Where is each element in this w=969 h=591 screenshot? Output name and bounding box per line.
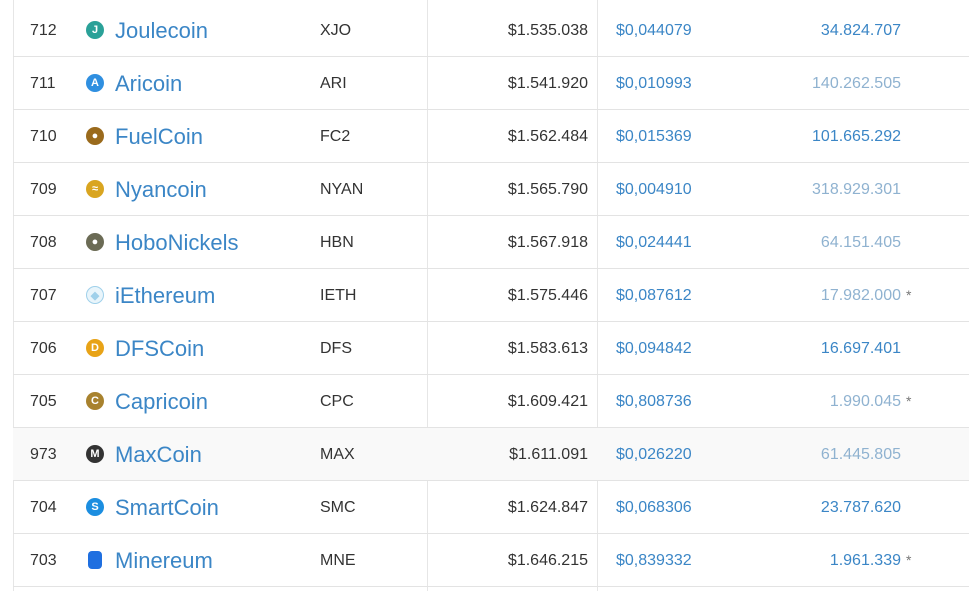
coin-name-link[interactable]: MaxCoin — [115, 428, 202, 481]
rank-cell: 706 — [30, 340, 57, 357]
nyancoin-logo-icon: ≈ — [86, 180, 104, 198]
market-cap-cell: $1.575.446 — [507, 287, 588, 304]
market-cap-cell: $1.611.091 — [509, 446, 588, 463]
coin-name-link[interactable]: DFSCoin — [115, 322, 204, 375]
rank-cell: 710 — [30, 128, 57, 145]
joulecoin-logo-icon: J — [86, 21, 104, 39]
rank-cell: 703 — [30, 552, 57, 569]
symbol-cell: MAX — [320, 446, 355, 463]
coin-name-link[interactable]: Aricoin — [115, 57, 182, 110]
minereum-logo-icon — [88, 551, 102, 569]
price-link[interactable]: $0,024441 — [616, 216, 692, 269]
rank-cell: 704 — [30, 499, 57, 516]
price-link[interactable]: $0,094842 — [616, 322, 692, 375]
symbol-cell: HBN — [320, 234, 354, 251]
rank-cell: 709 — [30, 181, 57, 198]
supply-link[interactable]: 23.787.620 — [821, 481, 901, 534]
table-row[interactable]: 705 C Capricoin CPC $1.609.421 $0,808736 1.990… — [13, 375, 969, 428]
price-link[interactable]: $0,015369 — [616, 110, 692, 163]
not-mineable-marker: * — [906, 552, 912, 568]
maxcoin-logo-icon: M — [86, 445, 104, 463]
market-cap-cell: $1.583.613 — [507, 340, 588, 357]
table-row[interactable]: 711 A Aricoin ARI $1.541.920 $0,010993 140.262… — [13, 57, 969, 110]
supply-link[interactable]: 34.824.707 — [821, 4, 901, 57]
supply-link[interactable]: 140.262.505 — [812, 57, 901, 110]
not-mineable-marker: * — [906, 287, 912, 303]
coin-name-link[interactable]: Capricoin — [115, 375, 208, 428]
market-cap-cell: $1.646.215 — [507, 552, 588, 569]
table-row[interactable]: 710 ● FuelCoin FC2 $1.562.484 $0,015369 101.66… — [13, 110, 969, 163]
table-row[interactable]: 709 ≈ Nyancoin NYAN $1.565.790 $0,004910 318.9… — [13, 163, 969, 216]
symbol-cell: MNE — [320, 552, 356, 569]
fuelcoin-logo-icon: ● — [86, 127, 104, 145]
iethereum-logo-icon: ◆ — [86, 286, 104, 304]
supply-link[interactable]: 16.697.401 — [821, 322, 901, 375]
table-row[interactable]: 704 S SmartCoin SMC $1.624.847 $0,068306 23.78… — [13, 481, 969, 534]
symbol-cell: IETH — [320, 287, 357, 304]
price-link[interactable]: $0,839332 — [616, 534, 692, 587]
coin-name-link[interactable]: SmartCoin — [115, 481, 219, 534]
supply-link[interactable]: 61.445.805 — [821, 428, 901, 481]
coin-name-link[interactable]: HoboNickels — [115, 216, 239, 269]
rank-cell: 711 — [30, 75, 56, 92]
supply-link[interactable]: 318.929.301 — [812, 163, 901, 216]
rank-cell: 712 — [30, 22, 57, 39]
supply-link[interactable]: 64.151.405 — [821, 216, 901, 269]
symbol-cell: FC2 — [320, 128, 351, 145]
supply-link[interactable]: 1.961.339 — [830, 534, 901, 587]
table-row[interactable]: 706 D DFSCoin DFS $1.583.613 $0,094842 16.697.… — [13, 322, 969, 375]
symbol-cell: DFS — [320, 340, 352, 357]
market-cap-cell: $1.609.421 — [507, 393, 588, 410]
supply-link[interactable]: 101.665.292 — [812, 110, 901, 163]
symbol-cell: ARI — [320, 75, 347, 92]
rank-cell: 707 — [30, 287, 57, 304]
table-row[interactable]: 973 M MaxCoin MAX $1.611.091 $0,026220 61.445.… — [13, 428, 969, 481]
table-row[interactable]: 707 ◆ iEthereum IETH $1.575.446 $0,087612 17.9… — [13, 269, 969, 322]
coin-name-link[interactable]: Joulecoin — [115, 4, 208, 57]
supply-link[interactable]: 1.990.045 — [830, 375, 901, 428]
coin-table: 712 J Joulecoin XJO $1.535.038 $0,044079 34.82… — [0, 0, 969, 591]
supply-link[interactable]: 17.982.000 — [821, 269, 901, 322]
market-cap-cell: $1.565.790 — [507, 181, 588, 198]
aricoin-logo-icon: A — [86, 74, 104, 92]
price-link[interactable]: $0,068306 — [616, 481, 692, 534]
price-link[interactable]: $0,808736 — [616, 375, 692, 428]
coin-name-link[interactable]: FuelCoin — [115, 110, 203, 163]
dfscoin-logo-icon: D — [86, 339, 104, 357]
coin-name-link[interactable]: Minereum — [115, 534, 213, 587]
market-cap-cell: $1.562.484 — [507, 128, 588, 145]
market-cap-cell: $1.624.847 — [507, 499, 588, 516]
symbol-cell: CPC — [320, 393, 354, 410]
rank-cell: 705 — [30, 393, 57, 410]
market-cap-cell: $1.535.038 — [507, 22, 588, 39]
market-cap-cell: $1.541.920 — [507, 75, 588, 92]
symbol-cell: XJO — [320, 22, 352, 39]
table-row[interactable]: 712 J Joulecoin XJO $1.535.038 $0,044079 34.82… — [13, 4, 969, 57]
price-link[interactable]: $0,026220 — [616, 428, 692, 481]
capricoin-logo-icon: C — [86, 392, 104, 410]
price-link[interactable]: $0,087612 — [616, 269, 692, 322]
price-link[interactable]: $0,004910 — [616, 163, 692, 216]
coin-name-link[interactable]: iEthereum — [115, 269, 215, 322]
table-row[interactable]: 703 Minereum MNE $1.646.215 $0,839332 1.961.3… — [13, 534, 969, 587]
symbol-cell: NYAN — [320, 181, 364, 198]
table-row[interactable]: 708 ● HoboNickels HBN $1.567.918 $0,024441 64.… — [13, 216, 969, 269]
price-link[interactable]: $0,044079 — [616, 4, 692, 57]
coin-name-link[interactable]: Nyancoin — [115, 163, 207, 216]
symbol-cell: SMC — [320, 499, 356, 516]
market-cap-cell: $1.567.918 — [507, 234, 588, 251]
rank-cell: 708 — [30, 234, 57, 251]
price-link[interactable]: $0,010993 — [616, 57, 692, 110]
not-mineable-marker: * — [906, 393, 912, 409]
rank-cell: 973 — [30, 446, 57, 463]
hobonickels-logo-icon: ● — [86, 233, 104, 251]
smartcoin-logo-icon: S — [86, 498, 104, 516]
